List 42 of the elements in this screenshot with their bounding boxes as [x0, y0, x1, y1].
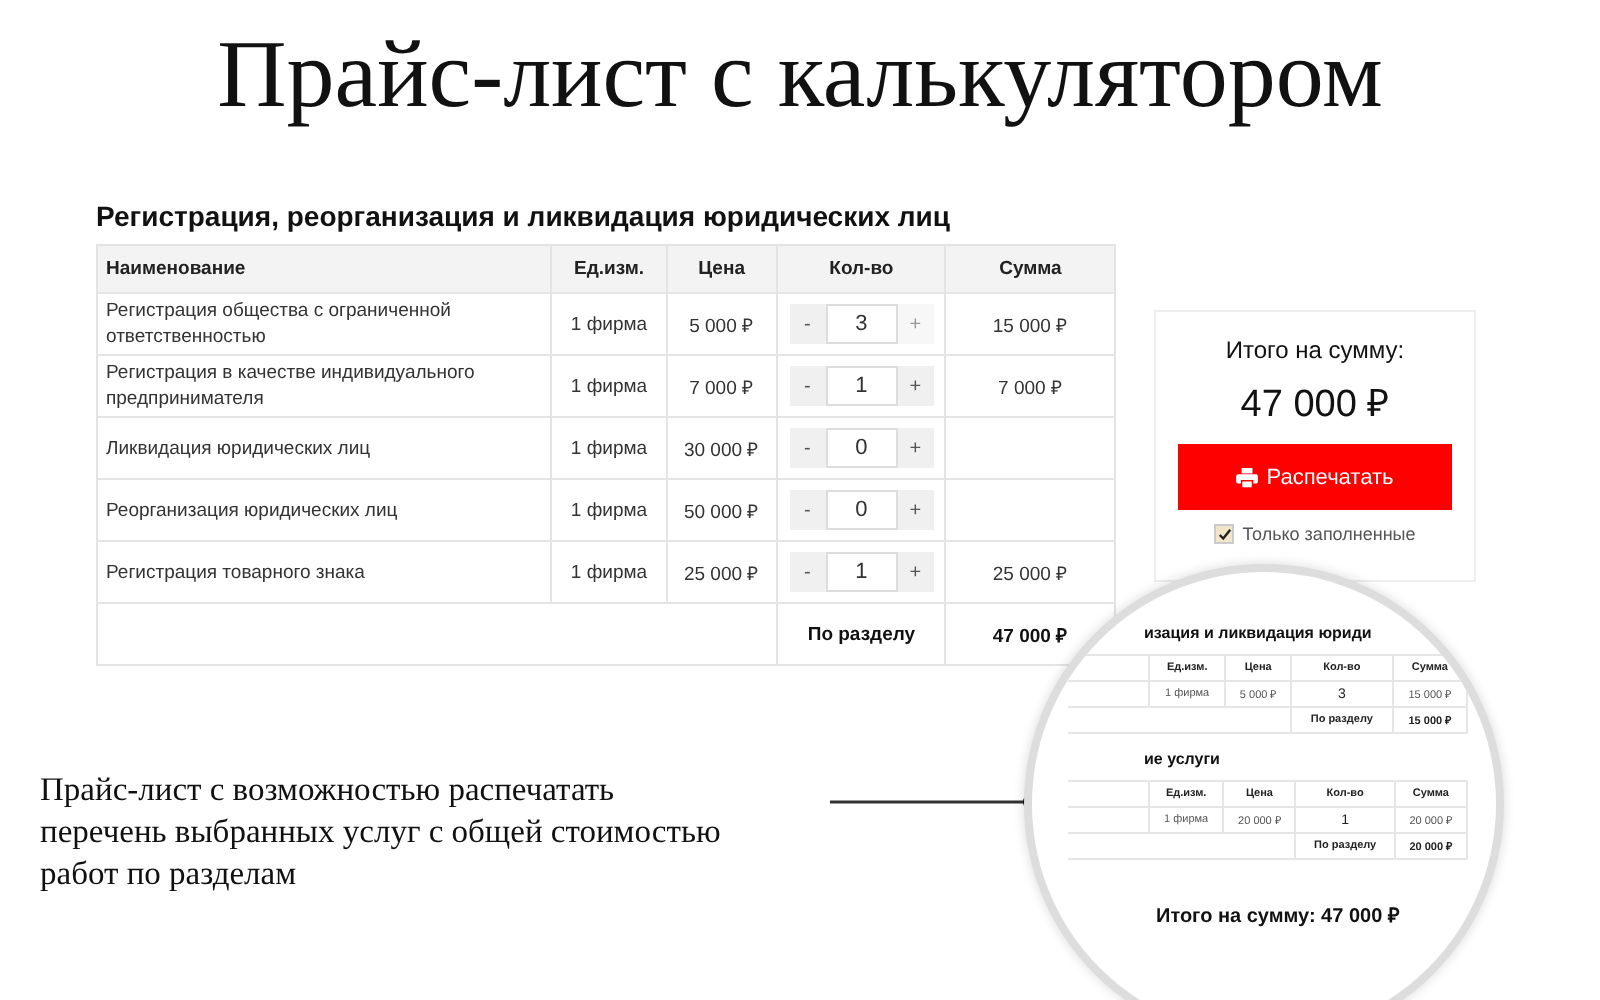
quantity-field[interactable]: 0 [825, 428, 898, 468]
unit-text: 1 фирма [570, 375, 648, 397]
service-name: Регистрация общества с ограниченной ответственностью [106, 300, 451, 348]
price-text: 5 000 ₽ [689, 315, 755, 337]
price-text: 50 000 ₽ [683, 501, 760, 523]
price-text: 7 000 ₽ [689, 377, 755, 399]
price-text: 25 000 ₽ [683, 563, 760, 585]
unit-text: 1 фирма [570, 561, 648, 583]
unit-text: 1 фирма [570, 313, 648, 335]
column-header: Наименование [97, 245, 552, 293]
total-label: Итого на сумму: [1225, 336, 1405, 364]
section-heading: Регистрация, реорганизация и ликвидация юридических лиц [96, 200, 952, 232]
page-title: Прайс-лист с калькулятором [215, 20, 1385, 132]
service-name: Ликвидация юридических лиц [106, 437, 371, 459]
printer-icon [1236, 467, 1259, 487]
sum-text: 7 000 ₽ [998, 377, 1063, 399]
section-total-label: По разделу [807, 623, 916, 645]
checkbox[interactable] [1214, 524, 1235, 544]
column-header: Кол-во [776, 245, 946, 293]
service-name: Регистрация товарного знака [106, 561, 365, 583]
checkbox-label: Только заполненные [1242, 524, 1416, 544]
preview-heading: ие услуги [1144, 750, 1222, 768]
column-header: Ед.изм. [551, 245, 667, 293]
preview-grand-total: Итого на сумму: 47 000 ₽ [1156, 904, 1402, 928]
sum-text: 15 000 ₽ [992, 315, 1069, 337]
service-name: Реорганизация юридических лиц [106, 499, 398, 521]
print-button[interactable]: Распечатать [1178, 444, 1452, 510]
caption-text: Прайс-лист с возможностью распечатать перечень выбранных услуг с общей стоимостью работ по разделам [40, 768, 723, 894]
quantity-field[interactable]: 3 [825, 304, 898, 344]
section-total: 47 000 ₽ [992, 625, 1069, 647]
column-header: Сумма [945, 245, 1115, 293]
unit-text: 1 фирма [570, 499, 648, 521]
unit-text: 1 фирма [570, 437, 648, 459]
column-header: Цена [666, 245, 777, 293]
quantity-field[interactable]: 0 [825, 490, 898, 530]
quantity-field[interactable]: 1 [825, 366, 898, 406]
price-text: 30 000 ₽ [683, 439, 760, 461]
sum-text: 25 000 ₽ [992, 563, 1069, 585]
service-name: Регистрация в качестве индивидуального предпринимателя [106, 362, 475, 410]
total-amount: 47 000 ₽ [1240, 382, 1390, 428]
quantity-field[interactable]: 1 [825, 552, 898, 592]
preview-heading: изация и ликвидация юриди [1144, 624, 1374, 642]
